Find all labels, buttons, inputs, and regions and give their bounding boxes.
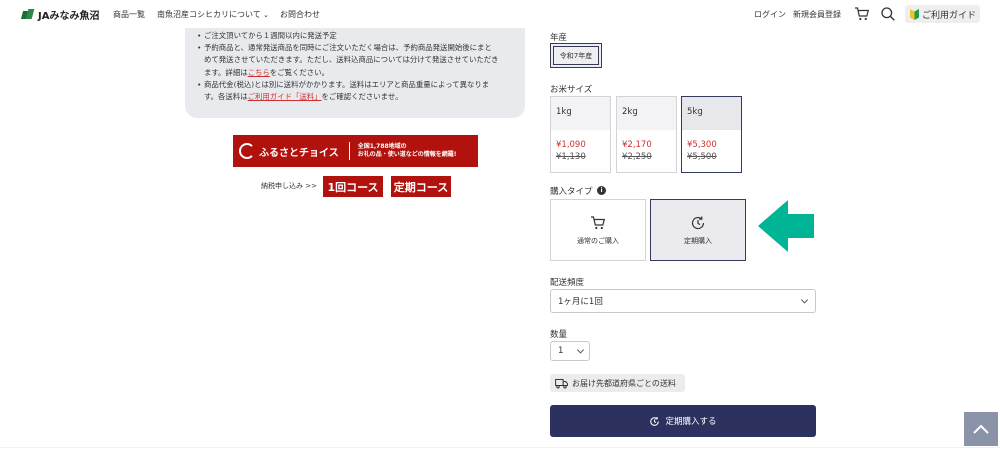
size-original-price: ¥2,250 [622,152,652,162]
search-icon[interactable] [880,6,896,22]
subscribe-button-label: 定期購入する [665,417,717,427]
regular-course-button[interactable]: 定期コース [391,176,451,197]
notice-text: めて発送させていただきます。ただし、送料込商品については分けて発送させていただき [204,55,499,65]
chevron-down-icon [800,296,809,304]
furusato-subtitle: 全国1,788地域の お礼の品・使い道などの情報を網羅! [358,143,457,159]
size-original-price: ¥1,130 [556,152,586,162]
logo-text: JAみなみ魚沼 [38,11,100,22]
subscribe-button[interactable]: 定期購入する [550,405,816,437]
shipping-guide-link[interactable]: ご利用ガイド「送料」 [248,92,322,101]
size-price: ¥2,170 [622,140,652,150]
one-time-course-button[interactable]: 1回コース [323,176,383,197]
shipping-fee-label: お届け先都道府県ごとの送料 [572,378,676,388]
size-option-5kg[interactable]: 5kg ¥5,300 ¥5,500 [681,96,742,173]
purchase-type-label: 購入タイプ [550,187,593,197]
purchase-type-label-text: 通常のご購入 [577,236,619,245]
furusato-logo-icon [239,143,255,159]
year-option-selected[interactable]: 令和7年産 [550,43,602,68]
clock-refresh-icon [650,416,660,426]
chevron-up-icon [973,424,989,434]
shipping-notice: ご注文頂いてから１週間以内に発送予定 予約商品と、通常発送商品を同時にご注文いた… [185,28,525,118]
furusato-choice-banner[interactable]: ふるさとチョイス 全国1,788地域の お礼の品・使い道などの情報を網羅! [233,135,478,167]
quantity-select[interactable]: 1 [550,341,590,361]
site-header: JAみなみ魚沼 商品一覧 南魚沼産コシヒカリについて ⌄ お問合わせ ログイン … [0,0,1000,28]
size-option-2kg[interactable]: 2kg ¥2,170 ¥2,250 [616,96,677,173]
year-option-label: 令和7年産 [559,51,593,60]
nav-item-about-koshihikari[interactable]: 南魚沼産コシヒカリについて ⌄ [157,9,269,20]
purchase-type-subscription[interactable]: 定期購入 [650,199,746,261]
back-to-top-button[interactable] [964,412,998,446]
furusato-title: ふるさとチョイス [239,143,339,159]
furusato-title-text: ふるさとチョイス [259,147,339,159]
site-logo[interactable]: JAみなみ魚沼 [22,7,99,22]
nav-item-about-label: 南魚沼産コシヒカリについて [157,10,261,19]
notice-text: をご覧ください。 [269,67,329,77]
notice-text: 商品代金(税込)とは別に送料がかかります。送料はエリアと商品重量によって異なりま [204,79,490,89]
size-option-label: 2kg [617,97,676,130]
clock-refresh-icon [691,216,705,229]
year-label: 年産 [550,33,568,43]
size-option-label: 5kg [682,97,741,130]
pointer-arrow-icon [758,200,814,252]
size-option-1kg[interactable]: 1kg ¥1,090 ¥1,130 [550,96,611,173]
size-price: ¥5,300 [687,140,717,150]
beginner-mark-icon [910,8,919,20]
shipping-fee-by-prefecture-button[interactable]: お届け先都道府県ごとの送料 [550,374,685,392]
size-label: お米サイズ [550,85,593,95]
divider [0,447,1000,448]
notice-text: 予約商品と、通常発送商品を同時にご注文いただく場合は、予約商品発送開始後にまと [204,43,492,53]
delivery-frequency-label: 配送頻度 [550,278,585,288]
notice-text: す。各送料は [204,92,248,102]
register-link[interactable]: 新規会員登録 [793,9,841,20]
nav-item-products[interactable]: 商品一覧 [113,9,145,20]
quantity-value: 1 [558,346,564,356]
delivery-frequency-value: 1ヶ月に1回 [558,297,603,307]
chevron-down-icon: ⌄ [260,11,269,19]
tax-apply-label: 納税申し込み >> [261,182,317,190]
purchase-type-normal[interactable]: 通常のご購入 [550,199,646,261]
guide-label: ご利用ガイド [922,10,977,21]
details-link[interactable]: こちら [248,68,270,77]
chevron-down-icon [576,346,585,354]
divider [348,142,350,160]
delivery-frequency-select[interactable]: 1ヶ月に1回 [550,289,816,313]
notice-item: 商品代金(税込)とは別に送料がかかります。送料はエリアと商品重量によって異なりま… [197,79,513,103]
purchase-type-label-text: 定期購入 [684,236,712,245]
size-option-label: 1kg [551,97,610,130]
quantity-label: 数量 [550,330,568,340]
notice-item: 予約商品と、通常発送商品を同時にご注文いただく場合は、予約商品発送開始後にまと … [197,42,513,79]
nav-item-contact[interactable]: お問合わせ [280,9,320,20]
ja-logo-mark-icon [22,9,34,20]
login-link[interactable]: ログイン [754,9,786,20]
guide-button[interactable]: ご利用ガイド [905,5,980,23]
info-icon[interactable]: i [597,186,606,195]
furusato-sub-line: お礼の品・使い道などの情報を網羅! [357,151,457,158]
notice-text: ます。詳細は [204,67,248,77]
cart-icon[interactable] [854,6,870,22]
truck-icon [555,378,568,389]
notice-item: ご注文頂いてから１週間以内に発送予定 [197,30,513,42]
size-original-price: ¥5,500 [687,152,717,162]
notice-text: をご確認くださいませ。 [321,92,403,102]
cart-icon [591,215,606,229]
furusato-sub-line: 全国1,788地域の [357,143,407,150]
size-price: ¥1,090 [556,140,586,150]
